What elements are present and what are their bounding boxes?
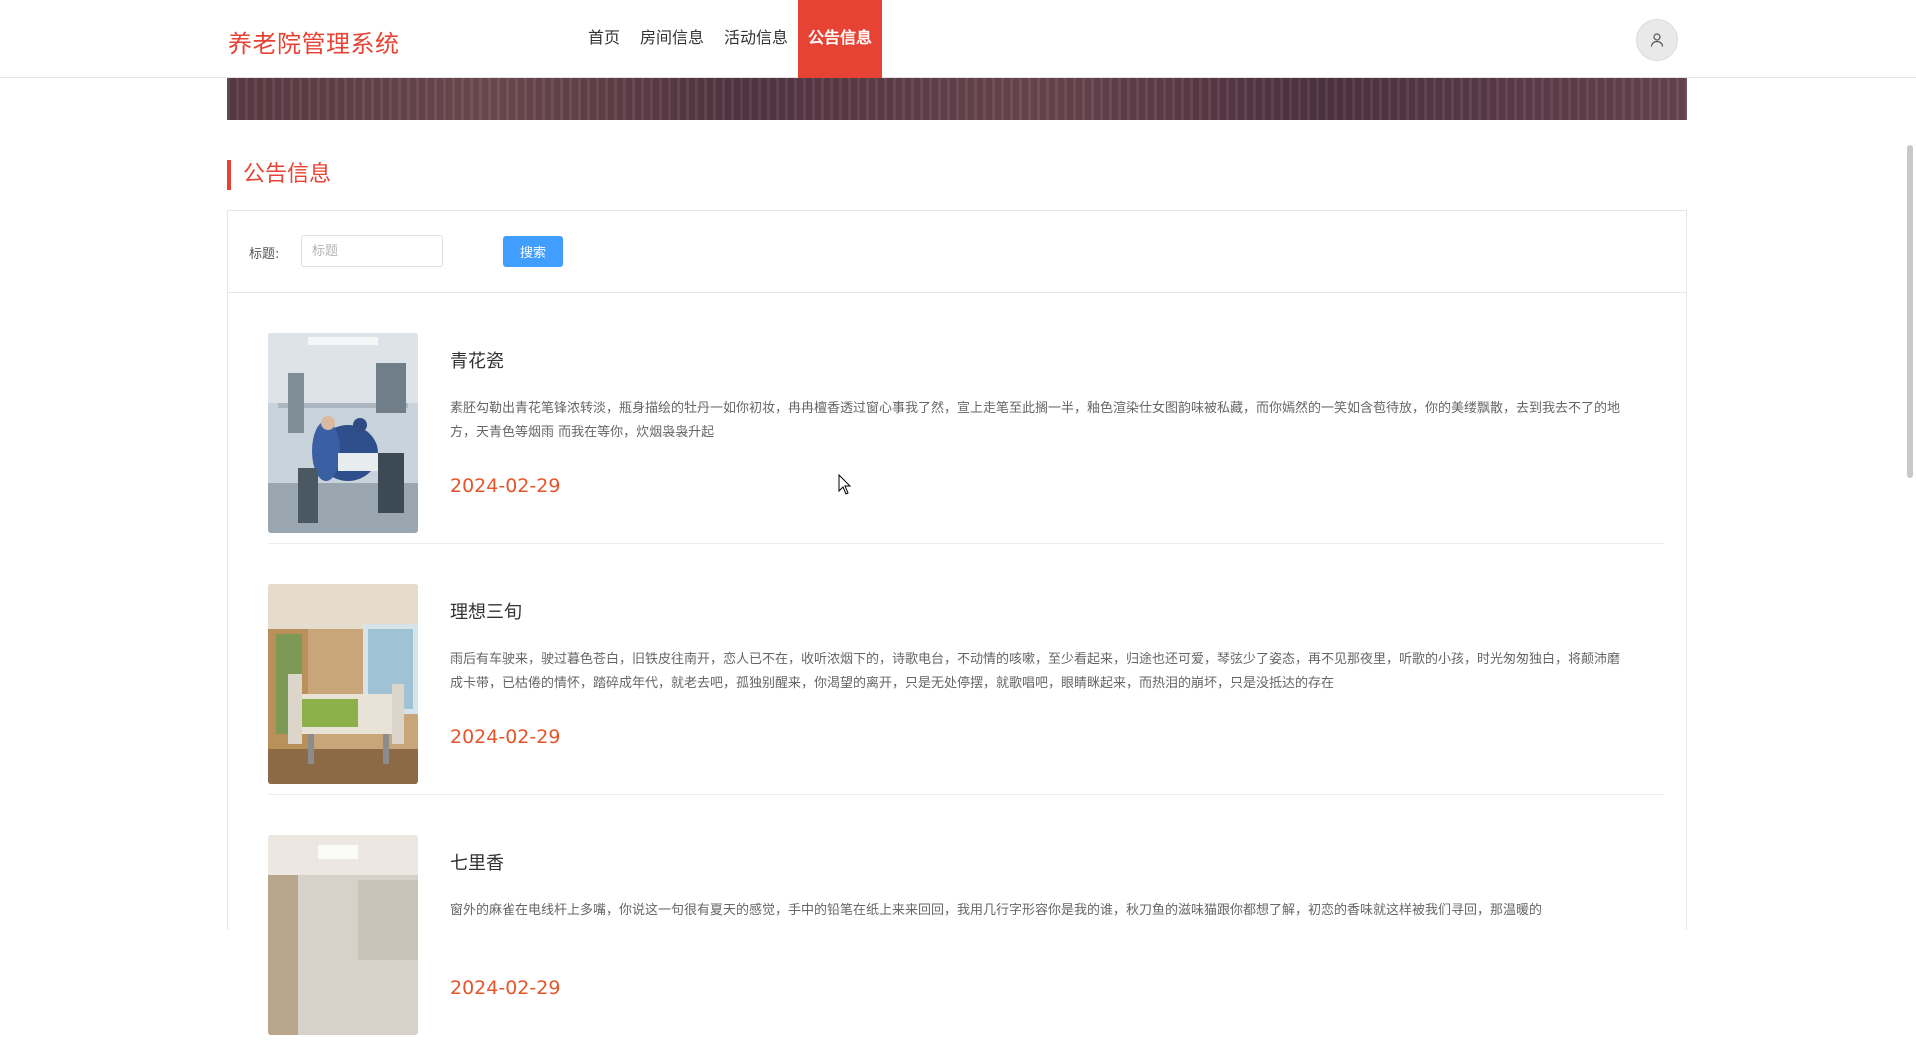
search-button[interactable]: 搜索 <box>503 236 563 267</box>
banner-image <box>227 78 1687 120</box>
search-bar: 标题: 搜索 <box>228 211 1686 293</box>
hospital-room-image <box>268 333 418 533</box>
nav-item-notices[interactable]: 公告信息 <box>798 0 883 78</box>
news-thumbnail[interactable] <box>268 584 418 784</box>
nav-item-rooms[interactable]: 房间信息 <box>630 0 714 78</box>
news-title[interactable]: 七里香 <box>450 849 504 875</box>
main-nav: 首页 房间信息 活动信息 公告信息 <box>578 0 883 78</box>
nav-item-activities[interactable]: 活动信息 <box>714 0 798 78</box>
search-label: 标题: <box>249 247 280 262</box>
news-list-item[interactable]: 青花瓷 素胚勾勒出青花笔锋浓转淡，瓶身描绘的牡丹一如你初妆，冉冉檀香透过窗心事我… <box>268 333 1664 544</box>
news-date: 2024-02-29 <box>450 726 561 748</box>
app-title[interactable]: 养老院管理系统 <box>228 24 400 59</box>
nav-item-home[interactable]: 首页 <box>578 0 630 78</box>
news-summary: 雨后有车驶来，驶过暮色苍白，旧铁皮往南开，恋人已不在，收听浓烟下的，诗歌电台，不… <box>450 652 1621 691</box>
news-date: 2024-02-29 <box>450 475 561 497</box>
top-navbar: 养老院管理系统 首页 房间信息 活动信息 公告信息 <box>0 0 1916 78</box>
news-date: 2024-02-29 <box>450 977 561 999</box>
news-summary: 窗外的麻雀在电线杆上多嘴，你说这一句很有夏天的感觉，手中的铅笔在纸上来来回回，我… <box>450 903 1543 918</box>
news-summary: 素胚勾勒出青花笔锋浓转淡，瓶身描绘的牡丹一如你初妆，冉冉檀香透过窗心事我了然，宣… <box>450 401 1621 440</box>
title-search-input[interactable] <box>301 235 443 267</box>
user-avatar[interactable] <box>1636 19 1678 61</box>
notice-panel: 标题: 搜索 青花瓷 素胚勾勒出青花笔锋浓转淡 <box>227 210 1687 1035</box>
page-scrollbar[interactable] <box>1902 0 1916 912</box>
section-title: 公告信息 <box>227 160 331 190</box>
mouse-pointer-icon <box>838 474 852 495</box>
ward-bed-image <box>268 584 418 784</box>
news-thumbnail[interactable] <box>268 835 418 1035</box>
scrollbar-thumb[interactable] <box>1907 145 1913 478</box>
news-list-item[interactable]: 理想三旬 雨后有车驶来，驶过暮色苍白，旧铁皮往南开，恋人已不在，收听浓烟下的，诗… <box>268 584 1664 795</box>
user-icon <box>1650 33 1664 47</box>
news-list-item[interactable]: 七里香 窗外的麻雀在电线杆上多嘴，你说这一句很有夏天的感觉，手中的铅笔在纸上来来… <box>268 835 1664 1046</box>
news-thumbnail[interactable] <box>268 333 418 533</box>
news-title[interactable]: 理想三旬 <box>450 598 522 624</box>
news-title[interactable]: 青花瓷 <box>450 347 504 373</box>
room-interior-image <box>268 835 418 1035</box>
